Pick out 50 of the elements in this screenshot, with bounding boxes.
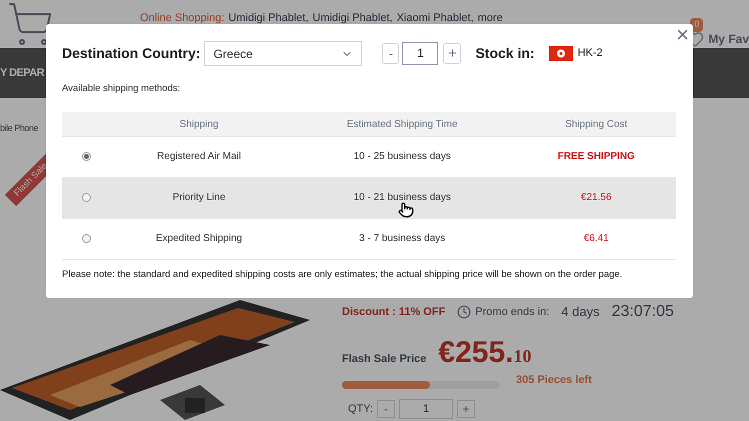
time-text: 10 - 21 business days bbox=[354, 192, 451, 204]
shipping-note: Please note: the standard and expedited shipping costs are only estimates; the actual shipping price will be shown on the order page. bbox=[62, 268, 624, 282]
nav-label[interactable]: Y DEPAR bbox=[0, 64, 44, 82]
shipping-row[interactable]: Expedited Shipping 3 - 7 business days €6.41 bbox=[62, 218, 676, 260]
top-link[interactable]: more bbox=[478, 10, 503, 26]
clock-icon bbox=[457, 305, 472, 319]
top-link[interactable]: Umidigi Phablet, bbox=[312, 10, 393, 26]
close-button[interactable]: × bbox=[676, 24, 689, 46]
promo-label: Promo ends in: bbox=[475, 304, 550, 320]
hand-cursor-icon bbox=[398, 201, 414, 219]
radio-button[interactable] bbox=[82, 193, 90, 202]
cost-text: €21.56 bbox=[580, 192, 612, 204]
qty-minus-button[interactable]: - bbox=[377, 400, 396, 418]
discount-label: Discount : 11% OFF bbox=[342, 304, 446, 320]
promo-time: 23:07:05 bbox=[612, 302, 674, 322]
quantity-plus-button[interactable]: + bbox=[443, 43, 462, 64]
time-text: 10 - 25 business days bbox=[354, 151, 451, 162]
method-text: Priority Line bbox=[172, 192, 226, 204]
top-link[interactable]: Umidigi Phablet, bbox=[228, 10, 308, 26]
radio-button[interactable] bbox=[82, 234, 90, 244]
stock-left-text: 305 Pieces left bbox=[516, 372, 592, 388]
column-header: Shipping Cost bbox=[516, 112, 676, 136]
top-links-label: Online Shopping: bbox=[140, 11, 224, 26]
promo-days: 4 days bbox=[561, 302, 600, 322]
time-text: 3 - 7 business days bbox=[359, 233, 446, 244]
destination-label: Destination Country: bbox=[62, 44, 200, 63]
price-label: Flash Sale Price bbox=[342, 352, 426, 367]
radio-button[interactable] bbox=[82, 152, 90, 162]
qty-field[interactable]: 1 bbox=[399, 399, 454, 419]
favorites-link[interactable]: My Fav bbox=[708, 30, 749, 48]
price-main: €255. bbox=[438, 335, 514, 371]
cost-text: €6.41 bbox=[584, 233, 609, 244]
cost-text: FREE SHIPPING bbox=[558, 151, 635, 162]
breadcrumb[interactable]: bile Phone bbox=[0, 122, 38, 136]
top-link[interactable]: Xiaomi Phablet, bbox=[396, 10, 474, 26]
column-header: Estimated Shipping Time bbox=[288, 112, 516, 136]
quantity-minus-button[interactable]: - bbox=[382, 43, 400, 64]
shipping-row[interactable]: Registered Air Mail 10 - 25 business days FREE SHIPPING bbox=[62, 136, 676, 178]
hong-kong-flag-icon bbox=[548, 46, 573, 61]
qty-plus-button[interactable]: + bbox=[457, 400, 476, 418]
method-text: Registered Air Mail bbox=[157, 151, 241, 162]
qty-label: QTY: bbox=[348, 402, 374, 417]
shipping-methods-subtitle: Available shipping methods: bbox=[62, 82, 182, 96]
price-cents: 10 bbox=[513, 345, 532, 368]
stock-in-label: Stock in: bbox=[475, 44, 535, 63]
quantity-field[interactable]: 1 bbox=[402, 42, 438, 65]
warehouse-code: HK-2 bbox=[578, 46, 603, 62]
method-text: Expedited Shipping bbox=[156, 233, 242, 244]
country-select[interactable]: Greece bbox=[204, 41, 362, 66]
column-header: Shipping bbox=[110, 112, 288, 136]
